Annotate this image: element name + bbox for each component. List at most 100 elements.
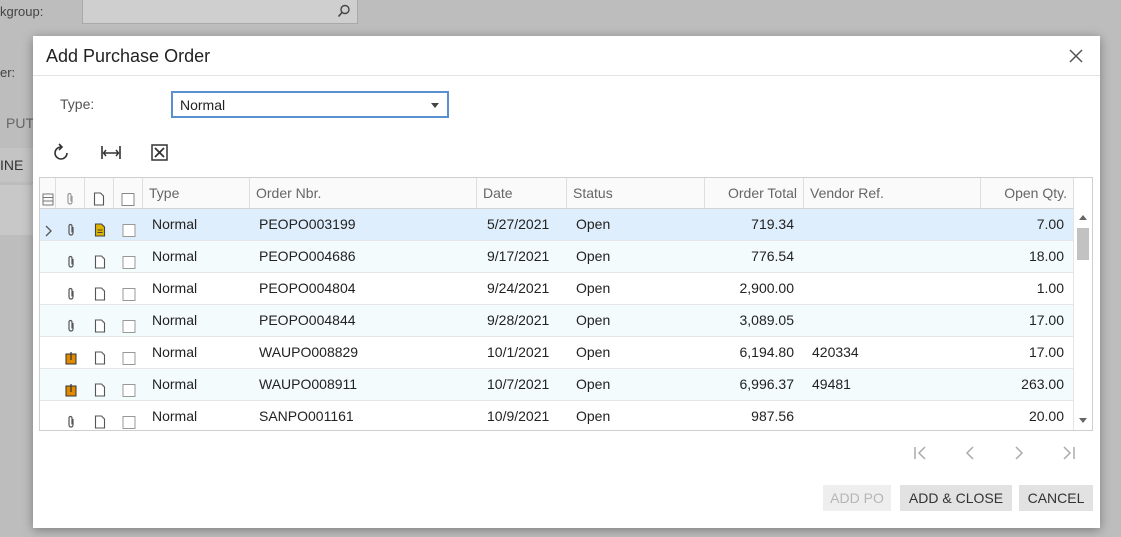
row-files[interactable] [56, 241, 85, 272]
row-note[interactable] [85, 209, 114, 240]
row-note[interactable] [85, 337, 114, 368]
cell-vendor-ref [804, 305, 981, 336]
add-po-button[interactable]: ADD PO [823, 485, 891, 511]
row-selector[interactable] [40, 273, 56, 304]
cell-vendor-ref [804, 401, 981, 430]
purchase-order-grid: Type Order Nbr. Date Status Order Total … [39, 177, 1093, 431]
cell-type: Normal [152, 376, 198, 392]
grid-scrollbar[interactable] [1073, 209, 1092, 430]
table-row[interactable]: Normal PEOPO004686 9/17/2021 Open 776.54 18.0… [40, 241, 1074, 273]
select-all-checkbox[interactable] [114, 178, 143, 208]
chevron-down-icon[interactable] [431, 103, 439, 108]
row-checkbox[interactable] [114, 209, 143, 240]
cell-status: Open [576, 408, 611, 424]
cell-open-qty: 18.00 [1028, 248, 1064, 264]
row-selector[interactable] [40, 241, 56, 272]
next-page-button[interactable] [1009, 443, 1029, 463]
cell-vendor-ref [804, 241, 981, 272]
row-checkbox[interactable] [114, 273, 143, 304]
date-column-header[interactable]: Date [477, 178, 567, 208]
table-row[interactable]: Normal PEOPO004804 9/24/2021 Open 2,900.00 1.… [40, 273, 1074, 305]
scroll-thumb[interactable] [1077, 228, 1089, 260]
scroll-down-icon[interactable] [1079, 418, 1087, 423]
cell-open-qty: 1.00 [1036, 280, 1064, 296]
cell-date: 9/28/2021 [487, 312, 550, 328]
last-page-button[interactable] [1058, 443, 1078, 463]
cell-type: Normal [152, 312, 198, 328]
table-row[interactable]: Normal WAUPO008911 10/7/2021 Open 6,996.37 49… [40, 369, 1074, 401]
row-files[interactable] [56, 401, 85, 430]
row-selector[interactable] [40, 209, 56, 240]
table-row[interactable]: Normal WAUPO008829 10/1/2021 Open 6,194.80 42… [40, 337, 1074, 369]
search-icon[interactable] [337, 4, 351, 21]
files-column-header[interactable] [56, 178, 85, 208]
cell-date: 10/1/2021 [487, 344, 550, 360]
cell-open-qty: 7.00 [1036, 216, 1064, 232]
row-checkbox[interactable] [114, 305, 143, 336]
cell-order-total: 3,089.05 [739, 312, 795, 328]
owner-label: er: [0, 65, 16, 80]
row-note[interactable] [85, 401, 114, 430]
previous-page-button[interactable] [960, 443, 980, 463]
export-excel-button[interactable] [146, 141, 172, 165]
cell-date: 5/27/2021 [487, 216, 550, 232]
first-page-button[interactable] [911, 443, 931, 463]
cell-open-qty: 17.00 [1028, 312, 1064, 328]
cell-vendor-ref: 49481 [812, 376, 851, 392]
checkbox-icon[interactable] [122, 409, 135, 430]
order-total-column-header[interactable]: Order Total [705, 178, 804, 208]
fit-columns-button[interactable] [98, 141, 124, 165]
add-and-close-button[interactable]: ADD & CLOSE [900, 485, 1012, 511]
cell-order-nbr: PEOPO004686 [259, 248, 356, 264]
table-row[interactable]: Normal SANPO001161 10/9/2021 Open 987.56 20.0… [40, 401, 1074, 430]
row-checkbox[interactable] [114, 241, 143, 272]
cell-order-nbr: WAUPO008829 [259, 344, 359, 360]
row-selector[interactable] [40, 369, 56, 400]
cell-order-total: 719.34 [751, 216, 794, 232]
cell-vendor-ref [804, 209, 981, 240]
order-nbr-column-header[interactable]: Order Nbr. [250, 178, 477, 208]
dialog-header: Add Purchase Order [33, 36, 1100, 76]
note-icon[interactable] [94, 409, 105, 430]
cell-date: 10/7/2021 [487, 376, 550, 392]
status-column-header[interactable]: Status [567, 178, 705, 208]
cell-vendor-ref [804, 273, 981, 304]
row-selector[interactable] [40, 401, 56, 430]
type-column-header[interactable]: Type [143, 178, 250, 208]
grid-header: Type Order Nbr. Date Status Order Total … [40, 178, 1074, 209]
row-checkbox[interactable] [114, 401, 143, 430]
row-selector-header[interactable] [40, 178, 56, 208]
type-select-value: Normal [180, 97, 226, 113]
row-note[interactable] [85, 241, 114, 272]
row-selector[interactable] [40, 337, 56, 368]
background-grid-caption: INE [0, 157, 24, 173]
row-files[interactable] [56, 337, 85, 368]
cell-vendor-ref: 420334 [812, 344, 859, 360]
row-files[interactable] [56, 209, 85, 240]
scroll-up-icon[interactable] [1079, 215, 1087, 220]
open-qty-column-header[interactable]: Open Qty. [981, 178, 1074, 208]
cancel-button[interactable]: CANCEL [1019, 485, 1093, 511]
cell-type: Normal [152, 408, 198, 424]
refresh-button[interactable] [49, 141, 75, 165]
row-note[interactable] [85, 305, 114, 336]
notes-column-header[interactable] [85, 178, 114, 208]
row-checkbox[interactable] [114, 337, 143, 368]
row-checkbox[interactable] [114, 369, 143, 400]
vendor-ref-column-header[interactable]: Vendor Ref. [804, 178, 981, 208]
row-files[interactable] [56, 305, 85, 336]
row-files[interactable] [56, 273, 85, 304]
cell-order-nbr: PEOPO004844 [259, 312, 356, 328]
table-row[interactable]: Normal PEOPO004844 9/28/2021 Open 3,089.05 17… [40, 305, 1074, 337]
row-note[interactable] [85, 369, 114, 400]
background-tab[interactable]: PUT [6, 115, 34, 131]
close-icon[interactable] [1068, 48, 1084, 64]
table-row[interactable]: Normal PEOPO003199 5/27/2021 Open 719.34 7.00 [40, 209, 1074, 241]
paperclip-icon[interactable] [66, 409, 76, 430]
cell-open-qty: 20.00 [1028, 408, 1064, 424]
row-selector[interactable] [40, 305, 56, 336]
workgroup-input[interactable] [82, 0, 358, 24]
row-note[interactable] [85, 273, 114, 304]
row-files[interactable] [56, 369, 85, 400]
type-select[interactable]: Normal [171, 91, 449, 118]
